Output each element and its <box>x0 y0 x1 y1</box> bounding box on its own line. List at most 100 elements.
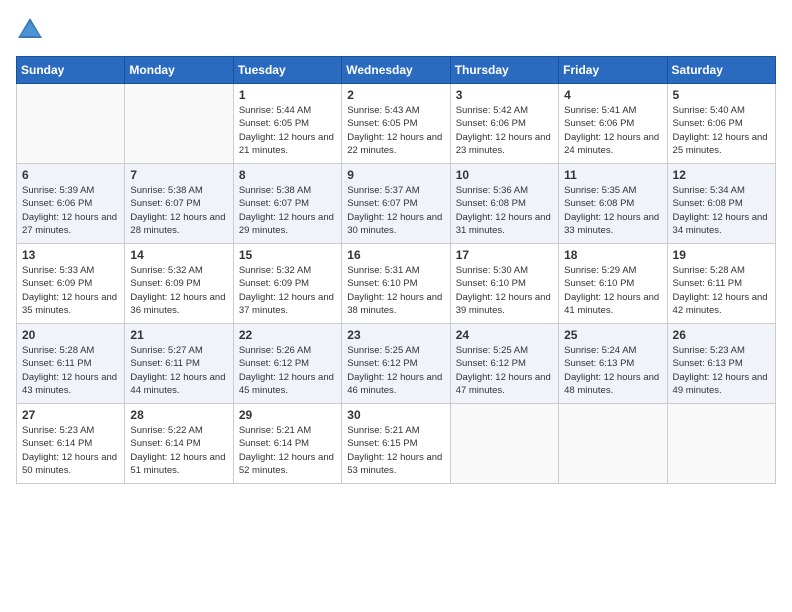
day-number: 14 <box>130 248 227 262</box>
calendar-cell <box>450 404 558 484</box>
page-header <box>16 16 776 44</box>
day-number: 9 <box>347 168 444 182</box>
day-of-week-header: Thursday <box>450 57 558 84</box>
calendar-cell: 2 Sunrise: 5:43 AMSunset: 6:05 PMDaylight… <box>342 84 450 164</box>
calendar-cell: 26 Sunrise: 5:23 AMSunset: 6:13 PMDayligh… <box>667 324 775 404</box>
calendar-cell: 14 Sunrise: 5:32 AMSunset: 6:09 PMDayligh… <box>125 244 233 324</box>
cell-details: Sunrise: 5:25 AMSunset: 6:12 PMDaylight:… <box>456 344 553 397</box>
calendar-cell: 16 Sunrise: 5:31 AMSunset: 6:10 PMDayligh… <box>342 244 450 324</box>
calendar-cell <box>17 84 125 164</box>
cell-details: Sunrise: 5:31 AMSunset: 6:10 PMDaylight:… <box>347 264 444 317</box>
day-number: 24 <box>456 328 553 342</box>
day-number: 1 <box>239 88 336 102</box>
calendar-week-row: 27Sunrise: 5:23 AMSunset: 6:14 PMDayligh… <box>17 404 776 484</box>
cell-details: Sunrise: 5:21 AMSunset: 6:14 PMDaylight:… <box>239 424 336 477</box>
cell-details: Sunrise: 5:26 AMSunset: 6:12 PMDaylight:… <box>239 344 336 397</box>
day-number: 25 <box>564 328 661 342</box>
calendar-cell <box>667 404 775 484</box>
day-number: 2 <box>347 88 444 102</box>
calendar-cell <box>125 84 233 164</box>
cell-details: Sunrise: 5:37 AMSunset: 6:07 PMDaylight:… <box>347 184 444 237</box>
day-number: 18 <box>564 248 661 262</box>
calendar-cell: 22 Sunrise: 5:26 AMSunset: 6:12 PMDayligh… <box>233 324 341 404</box>
cell-details: Sunrise: 5:27 AMSunset: 6:11 PMDaylight:… <box>130 344 227 397</box>
day-number: 20 <box>22 328 119 342</box>
calendar-week-row: 1 Sunrise: 5:44 AMSunset: 6:05 PMDaylight… <box>17 84 776 164</box>
calendar-cell: 29 Sunrise: 5:21 AMSunset: 6:14 PMDayligh… <box>233 404 341 484</box>
cell-details: Sunrise: 5:23 AMSunset: 6:13 PMDaylight:… <box>673 344 770 397</box>
cell-details: Sunrise: 5:33 AMSunset: 6:09 PMDaylight:… <box>22 264 119 317</box>
calendar-cell: 11Sunrise: 5:35 AMSunset: 6:08 PMDayligh… <box>559 164 667 244</box>
calendar-cell: 1 Sunrise: 5:44 AMSunset: 6:05 PMDaylight… <box>233 84 341 164</box>
cell-details: Sunrise: 5:44 AMSunset: 6:05 PMDaylight:… <box>239 104 336 157</box>
calendar-cell: 17 Sunrise: 5:30 AMSunset: 6:10 PMDayligh… <box>450 244 558 324</box>
day-number: 13 <box>22 248 119 262</box>
calendar-cell: 19Sunrise: 5:28 AMSunset: 6:11 PMDayligh… <box>667 244 775 324</box>
logo-icon <box>16 16 44 44</box>
day-number: 8 <box>239 168 336 182</box>
cell-details: Sunrise: 5:39 AMSunset: 6:06 PMDaylight:… <box>22 184 119 237</box>
cell-details: Sunrise: 5:29 AMSunset: 6:10 PMDaylight:… <box>564 264 661 317</box>
calendar-cell: 24 Sunrise: 5:25 AMSunset: 6:12 PMDayligh… <box>450 324 558 404</box>
day-number: 6 <box>22 168 119 182</box>
day-number: 10 <box>456 168 553 182</box>
day-number: 22 <box>239 328 336 342</box>
cell-details: Sunrise: 5:21 AMSunset: 6:15 PMDaylight:… <box>347 424 444 477</box>
calendar-cell: 8 Sunrise: 5:38 AMSunset: 6:07 PMDaylight… <box>233 164 341 244</box>
day-number: 16 <box>347 248 444 262</box>
calendar-cell: 5Sunrise: 5:40 AMSunset: 6:06 PMDaylight… <box>667 84 775 164</box>
day-number: 12 <box>673 168 770 182</box>
day-number: 23 <box>347 328 444 342</box>
cell-details: Sunrise: 5:28 AMSunset: 6:11 PMDaylight:… <box>673 264 770 317</box>
day-number: 3 <box>456 88 553 102</box>
calendar-week-row: 20 Sunrise: 5:28 AMSunset: 6:11 PMDayligh… <box>17 324 776 404</box>
cell-details: Sunrise: 5:38 AMSunset: 6:07 PMDaylight:… <box>130 184 227 237</box>
calendar-cell: 20 Sunrise: 5:28 AMSunset: 6:11 PMDayligh… <box>17 324 125 404</box>
cell-details: Sunrise: 5:36 AMSunset: 6:08 PMDaylight:… <box>456 184 553 237</box>
calendar-table: SundayMondayTuesdayWednesdayThursdayFrid… <box>16 56 776 484</box>
day-number: 26 <box>673 328 770 342</box>
calendar-cell: 27Sunrise: 5:23 AMSunset: 6:14 PMDayligh… <box>17 404 125 484</box>
cell-details: Sunrise: 5:35 AMSunset: 6:08 PMDaylight:… <box>564 184 661 237</box>
calendar-cell: 4 Sunrise: 5:41 AMSunset: 6:06 PMDaylight… <box>559 84 667 164</box>
day-of-week-header: Saturday <box>667 57 775 84</box>
day-of-week-header: Monday <box>125 57 233 84</box>
day-number: 21 <box>130 328 227 342</box>
calendar-cell: 10 Sunrise: 5:36 AMSunset: 6:08 PMDayligh… <box>450 164 558 244</box>
cell-details: Sunrise: 5:30 AMSunset: 6:10 PMDaylight:… <box>456 264 553 317</box>
calendar-cell: 9 Sunrise: 5:37 AMSunset: 6:07 PMDaylight… <box>342 164 450 244</box>
calendar-cell <box>559 404 667 484</box>
day-of-week-header: Friday <box>559 57 667 84</box>
cell-details: Sunrise: 5:41 AMSunset: 6:06 PMDaylight:… <box>564 104 661 157</box>
calendar-cell: 7 Sunrise: 5:38 AMSunset: 6:07 PMDaylight… <box>125 164 233 244</box>
day-number: 30 <box>347 408 444 422</box>
calendar-cell: 25Sunrise: 5:24 AMSunset: 6:13 PMDayligh… <box>559 324 667 404</box>
day-of-week-header: Wednesday <box>342 57 450 84</box>
cell-details: Sunrise: 5:38 AMSunset: 6:07 PMDaylight:… <box>239 184 336 237</box>
cell-details: Sunrise: 5:32 AMSunset: 6:09 PMDaylight:… <box>239 264 336 317</box>
calendar-week-row: 13 Sunrise: 5:33 AMSunset: 6:09 PMDayligh… <box>17 244 776 324</box>
day-number: 5 <box>673 88 770 102</box>
calendar-week-row: 6 Sunrise: 5:39 AMSunset: 6:06 PMDaylight… <box>17 164 776 244</box>
day-number: 17 <box>456 248 553 262</box>
cell-details: Sunrise: 5:25 AMSunset: 6:12 PMDaylight:… <box>347 344 444 397</box>
day-number: 15 <box>239 248 336 262</box>
cell-details: Sunrise: 5:28 AMSunset: 6:11 PMDaylight:… <box>22 344 119 397</box>
calendar-cell: 13 Sunrise: 5:33 AMSunset: 6:09 PMDayligh… <box>17 244 125 324</box>
day-number: 7 <box>130 168 227 182</box>
calendar-header-row: SundayMondayTuesdayWednesdayThursdayFrid… <box>17 57 776 84</box>
calendar-cell: 23 Sunrise: 5:25 AMSunset: 6:12 PMDayligh… <box>342 324 450 404</box>
calendar-cell: 6 Sunrise: 5:39 AMSunset: 6:06 PMDaylight… <box>17 164 125 244</box>
cell-details: Sunrise: 5:42 AMSunset: 6:06 PMDaylight:… <box>456 104 553 157</box>
day-number: 29 <box>239 408 336 422</box>
logo <box>16 16 48 44</box>
day-of-week-header: Tuesday <box>233 57 341 84</box>
day-number: 27 <box>22 408 119 422</box>
calendar-cell: 18 Sunrise: 5:29 AMSunset: 6:10 PMDayligh… <box>559 244 667 324</box>
cell-details: Sunrise: 5:22 AMSunset: 6:14 PMDaylight:… <box>130 424 227 477</box>
day-of-week-header: Sunday <box>17 57 125 84</box>
cell-details: Sunrise: 5:43 AMSunset: 6:05 PMDaylight:… <box>347 104 444 157</box>
day-number: 4 <box>564 88 661 102</box>
calendar-cell: 28Sunrise: 5:22 AMSunset: 6:14 PMDayligh… <box>125 404 233 484</box>
cell-details: Sunrise: 5:32 AMSunset: 6:09 PMDaylight:… <box>130 264 227 317</box>
